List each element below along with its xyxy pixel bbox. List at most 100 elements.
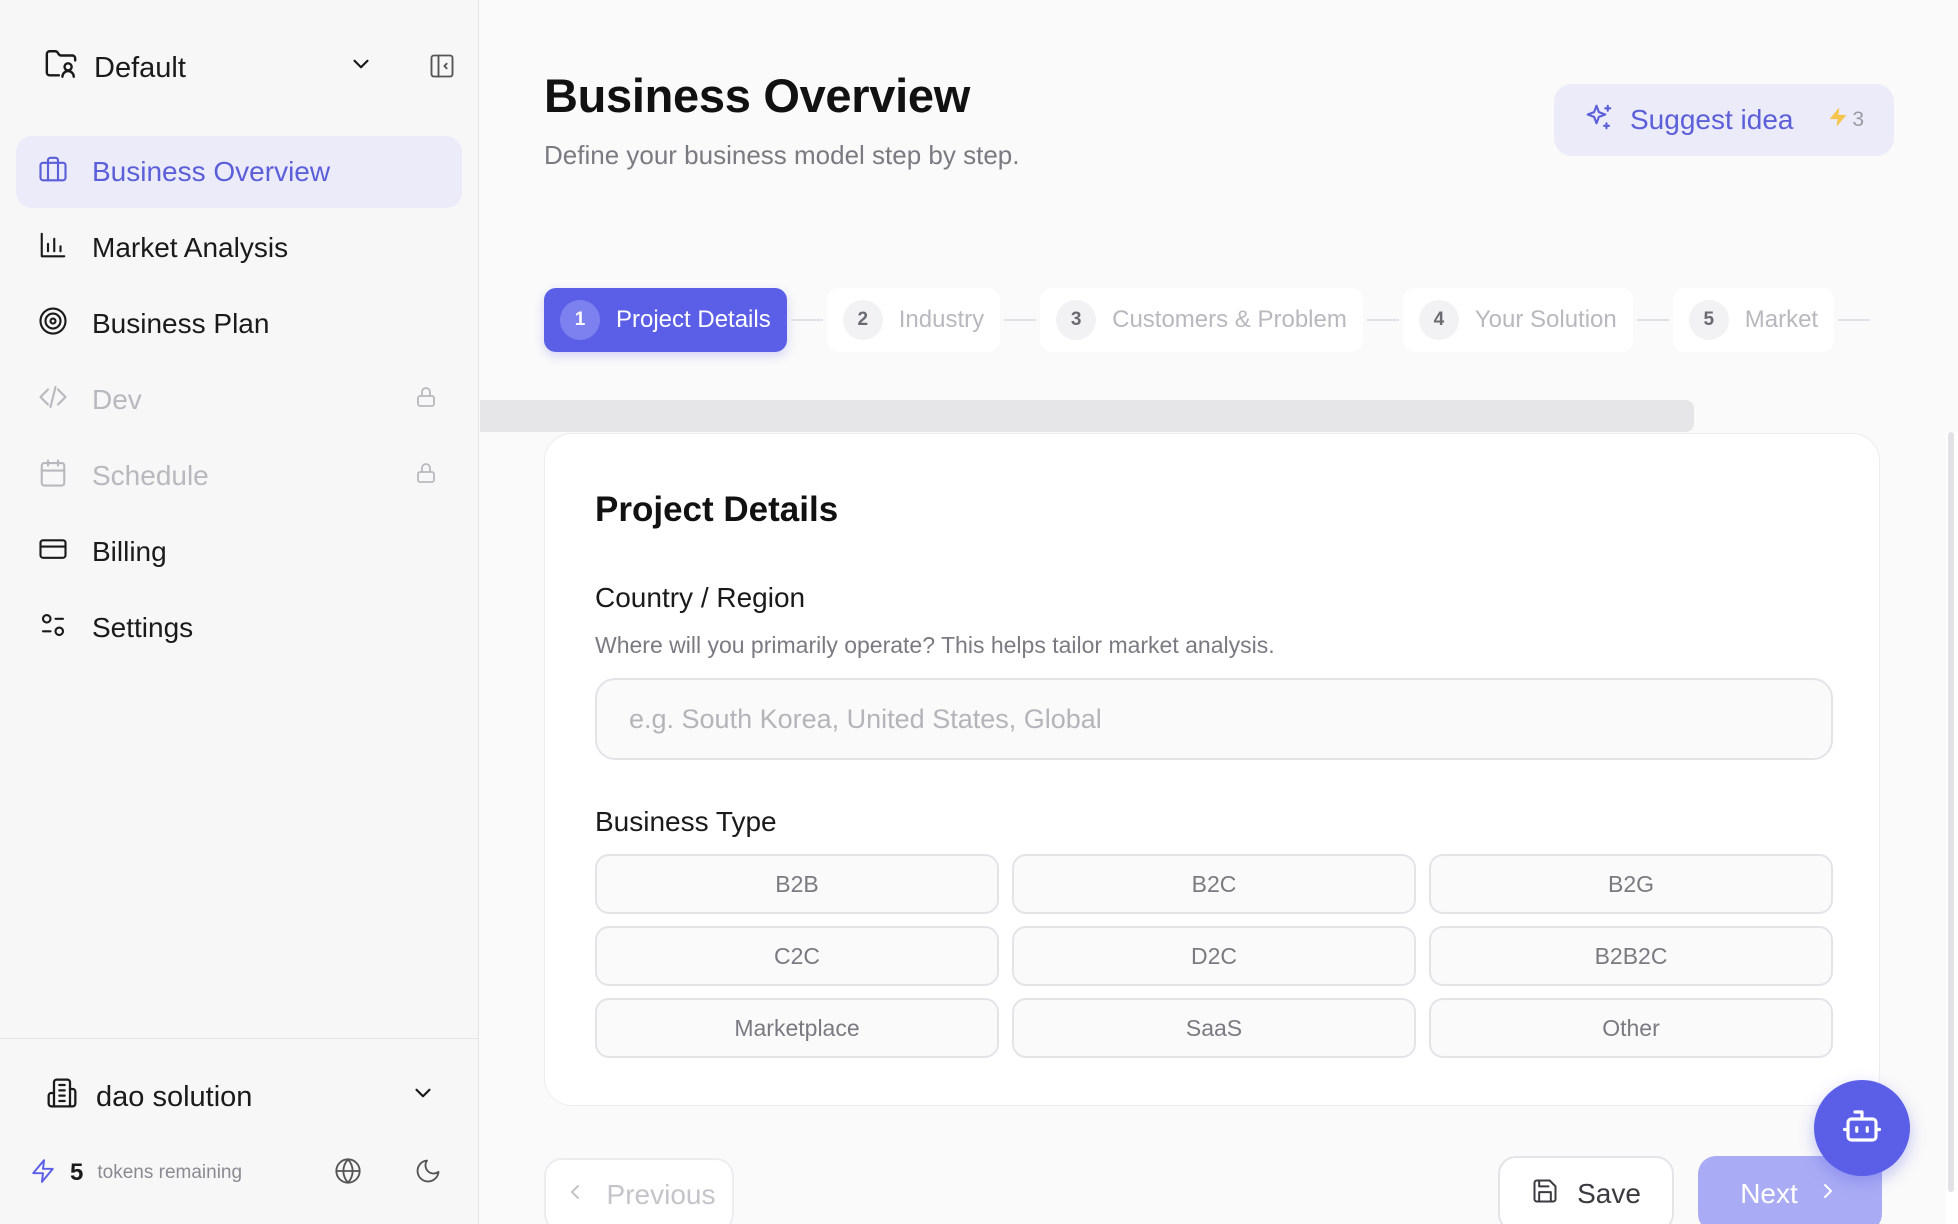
business-type-b2c[interactable]: B2C: [1012, 854, 1416, 914]
bot-icon: [1841, 1105, 1883, 1152]
project-details-card: Project Details Country / Region Where w…: [544, 433, 1880, 1106]
page-title: Business Overview: [544, 69, 970, 122]
tokens-count: 5: [70, 1159, 84, 1186]
step-number: 5: [1688, 300, 1729, 340]
folder-user-icon: [44, 47, 78, 89]
globe-icon: [334, 1157, 362, 1190]
calendar-icon: [38, 458, 68, 495]
briefcase-icon: [38, 154, 68, 191]
chevron-down-icon: [410, 1080, 436, 1114]
suggest-idea-button[interactable]: Suggest idea 3: [1554, 84, 1894, 156]
sidebar-item-market-analysis[interactable]: Market Analysis: [16, 212, 462, 284]
next-label: Next: [1740, 1178, 1798, 1209]
step-connector: [1004, 319, 1037, 321]
chevron-down-icon: [348, 51, 374, 85]
step-number: 4: [1418, 300, 1459, 340]
stepper: 1 Project Details 2 Industry 3 Customers…: [544, 288, 1874, 352]
sidebar-nav: Business Overview Market Analysis Busine…: [16, 136, 462, 668]
previous-button[interactable]: Previous: [544, 1158, 734, 1224]
sidebar-item-label: Schedule: [92, 460, 209, 491]
target-icon: [38, 306, 68, 343]
workspace-name: Default: [94, 51, 186, 84]
business-type-other[interactable]: Other: [1429, 998, 1833, 1058]
business-type-d2c[interactable]: D2C: [1012, 926, 1416, 986]
main-scrollbar[interactable]: [1946, 432, 1958, 1224]
sidebar-item-label: Settings: [92, 612, 194, 643]
country-help-text: Where will you primarily operate? This h…: [595, 632, 1275, 658]
language-button[interactable]: [326, 1151, 370, 1195]
country-label: Country / Region: [595, 582, 806, 613]
business-type-b2g[interactable]: B2G: [1429, 854, 1833, 914]
business-type-b2b2c[interactable]: B2B2C: [1429, 926, 1833, 986]
step-label: Your Solution: [1474, 306, 1617, 333]
workspace-switcher[interactable]: Default: [44, 44, 374, 92]
bar-chart-icon: [38, 230, 68, 267]
collapse-sidebar-button[interactable]: [426, 52, 458, 84]
sidebar-item-label: Business Plan: [92, 308, 270, 339]
step-project-details[interactable]: 1 Project Details: [544, 288, 787, 352]
ai-assistant-button[interactable]: [1814, 1080, 1910, 1176]
step-connector: [1838, 319, 1871, 321]
suggest-cost-count: 3: [1852, 108, 1864, 131]
step-number: 2: [842, 300, 883, 340]
sliders-icon: [38, 610, 68, 647]
lock-icon: [414, 460, 438, 492]
step-label: Customers & Problem: [1112, 306, 1347, 333]
save-button[interactable]: Save: [1498, 1156, 1674, 1224]
main-content: Business Overview Define your business m…: [480, 0, 1958, 1224]
step-market[interactable]: 5 Market: [1672, 288, 1835, 352]
sidebar-item-label: Market Analysis: [92, 232, 289, 263]
theme-toggle-button[interactable]: [406, 1151, 450, 1195]
step-label: Market: [1744, 306, 1819, 333]
save-label: Save: [1577, 1178, 1641, 1209]
step-connector: [1366, 319, 1399, 321]
sidebar-item-dev[interactable]: Dev: [16, 364, 462, 436]
step-label: Industry: [898, 306, 985, 333]
organization-switcher[interactable]: dao solution: [46, 1069, 436, 1125]
tokens-label: tokens remaining: [97, 1162, 243, 1183]
sidebar-item-billing[interactable]: Billing: [16, 516, 462, 588]
code-icon: [38, 382, 68, 419]
country-input[interactable]: [595, 678, 1833, 760]
step-industry[interactable]: 2 Industry: [826, 288, 1001, 352]
panel-left-icon: [428, 52, 456, 85]
sparkles-icon: [1584, 102, 1614, 139]
zap-icon: [30, 1158, 56, 1189]
sidebar-item-label: Billing: [92, 536, 167, 567]
chevron-right-icon: [1816, 1178, 1840, 1210]
lock-icon: [414, 384, 438, 416]
sidebar-item-label: Dev: [92, 384, 142, 415]
credit-card-icon: [38, 534, 68, 571]
business-type-c2c[interactable]: C2C: [595, 926, 999, 986]
sidebar-item-business-overview[interactable]: Business Overview: [16, 136, 462, 208]
organization-name: dao solution: [96, 1080, 253, 1113]
business-type-marketplace[interactable]: Marketplace: [595, 998, 999, 1058]
business-type-options: B2B B2C B2G C2C D2C B2B2C Marketplace Sa…: [595, 854, 1833, 1058]
suggest-idea-label: Suggest idea: [1630, 104, 1794, 135]
sidebar-footer: dao solution 5 tokens remaining: [0, 1038, 479, 1224]
sidebar-item-label: Business Overview: [92, 156, 331, 187]
step-label: Project Details: [616, 306, 771, 333]
zap-icon: [1828, 107, 1848, 133]
scrollbar-thumb[interactable]: [1948, 432, 1954, 1192]
sidebar-item-settings[interactable]: Settings: [16, 592, 462, 664]
business-type-b2b[interactable]: B2B: [595, 854, 999, 914]
suggest-cost: 3: [1828, 107, 1864, 133]
business-type-label: Business Type: [595, 806, 777, 837]
step-connector: [790, 319, 823, 321]
page-subtitle: Define your business model step by step.: [544, 140, 1020, 170]
step-connector: [1636, 319, 1669, 321]
step-your-solution[interactable]: 4 Your Solution: [1402, 288, 1633, 352]
business-type-saas[interactable]: SaaS: [1012, 998, 1416, 1058]
step-customers-problem[interactable]: 3 Customers & Problem: [1040, 288, 1363, 352]
moon-icon: [414, 1157, 442, 1190]
sidebar-item-business-plan[interactable]: Business Plan: [16, 288, 462, 360]
save-icon: [1531, 1177, 1559, 1212]
chevron-left-icon: [563, 1179, 587, 1211]
stepper-scrollbar[interactable]: [480, 400, 1694, 432]
step-number: 1: [560, 300, 600, 340]
building-icon: [46, 1077, 78, 1117]
card-title: Project Details: [595, 490, 839, 529]
sidebar-item-schedule[interactable]: Schedule: [16, 440, 462, 512]
step-number: 3: [1056, 300, 1097, 340]
